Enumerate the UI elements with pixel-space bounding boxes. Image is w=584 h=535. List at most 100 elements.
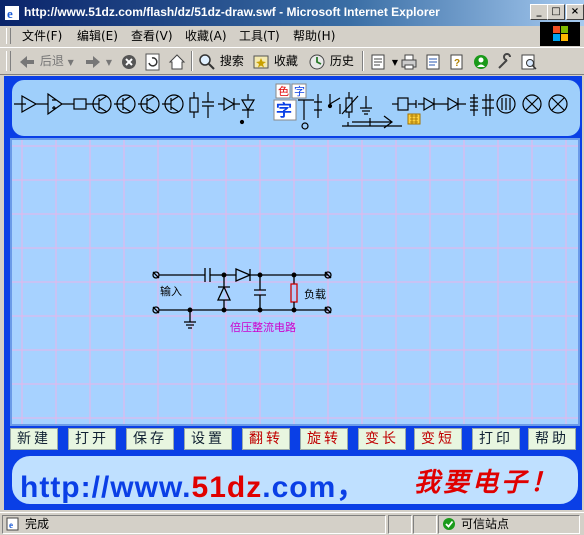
minimize-button[interactable]: _ xyxy=(530,4,548,20)
maximize-button[interactable]: □ xyxy=(547,4,565,20)
messenger-button[interactable] xyxy=(472,51,490,71)
menu-file[interactable]: 文件(F) xyxy=(22,28,62,44)
close-button[interactable]: × xyxy=(566,4,584,20)
open-button[interactable]: 打开 xyxy=(68,428,116,450)
discuss-button[interactable] xyxy=(520,51,538,71)
lengthen-button[interactable]: 变长 xyxy=(358,428,406,450)
flash-area: 色 字 字 输入 负载 倍压整流电路 新建 打开 保存 设置 翻转 旋转 变长 … xyxy=(4,76,582,510)
amplifier-icon[interactable] xyxy=(14,94,42,114)
grid-toggle[interactable] xyxy=(407,113,421,125)
menu-tools[interactable]: 工具(T) xyxy=(239,28,280,44)
switch-icon[interactable] xyxy=(327,94,341,114)
series-capacitor[interactable] xyxy=(204,268,211,282)
status-panel-empty xyxy=(388,515,412,534)
forward-arrow-icon xyxy=(86,55,100,68)
back-button[interactable]: 后退 ▼ xyxy=(18,51,74,71)
messenger-icon xyxy=(474,54,488,69)
title-bar: e http://www.51dz.com/flash/dz/51dz-draw… xyxy=(0,0,584,26)
speaker-icon[interactable] xyxy=(496,94,516,114)
edit-button[interactable] xyxy=(424,51,442,71)
banner-url-prefix: http://www. xyxy=(20,471,192,504)
transistor-alt-icon[interactable] xyxy=(162,94,184,114)
svg-text:e: e xyxy=(9,520,13,530)
menu-view[interactable]: 查看(V) xyxy=(131,28,173,44)
toolbar-grip xyxy=(6,51,11,71)
diode-right-icon[interactable] xyxy=(418,96,442,112)
mail-button[interactable]: ▼ xyxy=(370,51,398,71)
banner-slogan: 我要电子！ xyxy=(414,468,560,498)
ie-icon: e xyxy=(5,6,19,21)
resistor-box-icon[interactable] xyxy=(70,98,90,110)
mail-icon xyxy=(371,54,385,69)
ground-icon[interactable] xyxy=(360,96,372,115)
chevron-down-icon: ▼ xyxy=(105,58,112,67)
op-amp-icon[interactable] xyxy=(42,92,70,116)
print-button[interactable]: 打印 xyxy=(472,428,520,450)
resistor-vertical-icon[interactable] xyxy=(189,92,199,118)
flip-button[interactable]: 翻转 xyxy=(242,428,290,450)
standard-toolbar: 后退 ▼ ▼ 搜索 收藏 历史 ▼ ? xyxy=(0,47,584,75)
variable-resistor-icon[interactable] xyxy=(341,92,359,118)
back-arrow-icon xyxy=(20,55,34,68)
transistor-pnp-icon[interactable] xyxy=(114,94,136,114)
menu-bar: 文件(F) 编辑(E) 查看(V) 收藏(A) 工具(T) 帮助(H) xyxy=(0,26,584,46)
forward-button[interactable]: ▼ xyxy=(84,51,112,71)
coil-icon[interactable] xyxy=(470,94,478,116)
printer-icon xyxy=(401,54,417,69)
site-banner[interactable]: http://www.51dz.com， 我要电子！ xyxy=(10,454,580,506)
menu-grip xyxy=(6,28,11,44)
research-button[interactable]: ? xyxy=(448,51,466,71)
transistor-icon[interactable] xyxy=(138,94,160,114)
inductor-icon[interactable] xyxy=(392,97,417,111)
diode-vertical-icon[interactable] xyxy=(240,94,256,118)
menu-favorites[interactable]: 收藏(A) xyxy=(185,28,227,44)
home-button[interactable] xyxy=(168,51,186,71)
transformer-icon[interactable] xyxy=(482,94,494,116)
toolbar-separator xyxy=(191,51,193,71)
rotate-button[interactable]: 旋转 xyxy=(300,428,348,450)
lamp-icon[interactable] xyxy=(522,94,542,114)
diode-icon[interactable] xyxy=(218,96,240,112)
relay-icon[interactable] xyxy=(314,94,322,118)
document-icon xyxy=(426,54,440,69)
history-label: 历史 xyxy=(329,54,354,68)
print-button[interactable] xyxy=(400,51,418,71)
series-diode[interactable] xyxy=(224,268,260,282)
menu-edit[interactable]: 编辑(E) xyxy=(77,28,118,44)
back-label: 后退 xyxy=(39,54,64,68)
home-icon xyxy=(168,53,186,69)
wrench-icon xyxy=(498,52,511,69)
transistor-npn-icon[interactable] xyxy=(90,94,112,114)
menu-help[interactable]: 帮助(H) xyxy=(293,28,335,44)
status-bar: e 完成 可信站点 xyxy=(0,512,584,535)
junction-dot-icon[interactable] xyxy=(239,119,245,125)
magnifier-icon xyxy=(521,54,537,70)
shunt-diode[interactable] xyxy=(216,275,232,310)
favorites-label: 收藏 xyxy=(273,54,298,68)
component-palette-svg: 色 字 字 xyxy=(14,83,568,130)
status-text-panel: e 完成 xyxy=(2,515,386,534)
history-button[interactable]: 历史 xyxy=(308,51,354,71)
search-button[interactable]: 搜索 xyxy=(198,51,244,71)
ground-symbol xyxy=(184,310,196,329)
window-title: http://www.51dz.com/flash/dz/51dz-draw.s… xyxy=(24,5,440,19)
zener-diode-icon[interactable] xyxy=(442,96,466,112)
search-label: 搜索 xyxy=(219,54,244,68)
history-icon xyxy=(309,54,325,69)
meter-icon[interactable] xyxy=(548,94,568,114)
stop-button[interactable] xyxy=(120,51,138,71)
favorites-button[interactable]: 收藏 xyxy=(252,51,298,71)
shorten-button[interactable]: 变短 xyxy=(414,428,462,450)
capacitor-vertical-icon[interactable] xyxy=(202,92,214,118)
line-tool-icon[interactable] xyxy=(298,99,314,130)
settings-button[interactable]: 设置 xyxy=(184,428,232,450)
banner-url: http://www.51dz.com， xyxy=(20,462,367,506)
drawing-canvas[interactable]: 输入 负载 倍压整流电路 xyxy=(10,138,580,426)
new-button[interactable]: 新建 xyxy=(10,428,58,450)
tools-button[interactable] xyxy=(496,51,514,71)
refresh-button[interactable] xyxy=(144,51,162,71)
grid-lines xyxy=(12,140,578,424)
banner-url-highlight: 51dz xyxy=(191,471,263,504)
save-button[interactable]: 保存 xyxy=(126,428,174,450)
help-button[interactable]: 帮助 xyxy=(528,428,576,450)
